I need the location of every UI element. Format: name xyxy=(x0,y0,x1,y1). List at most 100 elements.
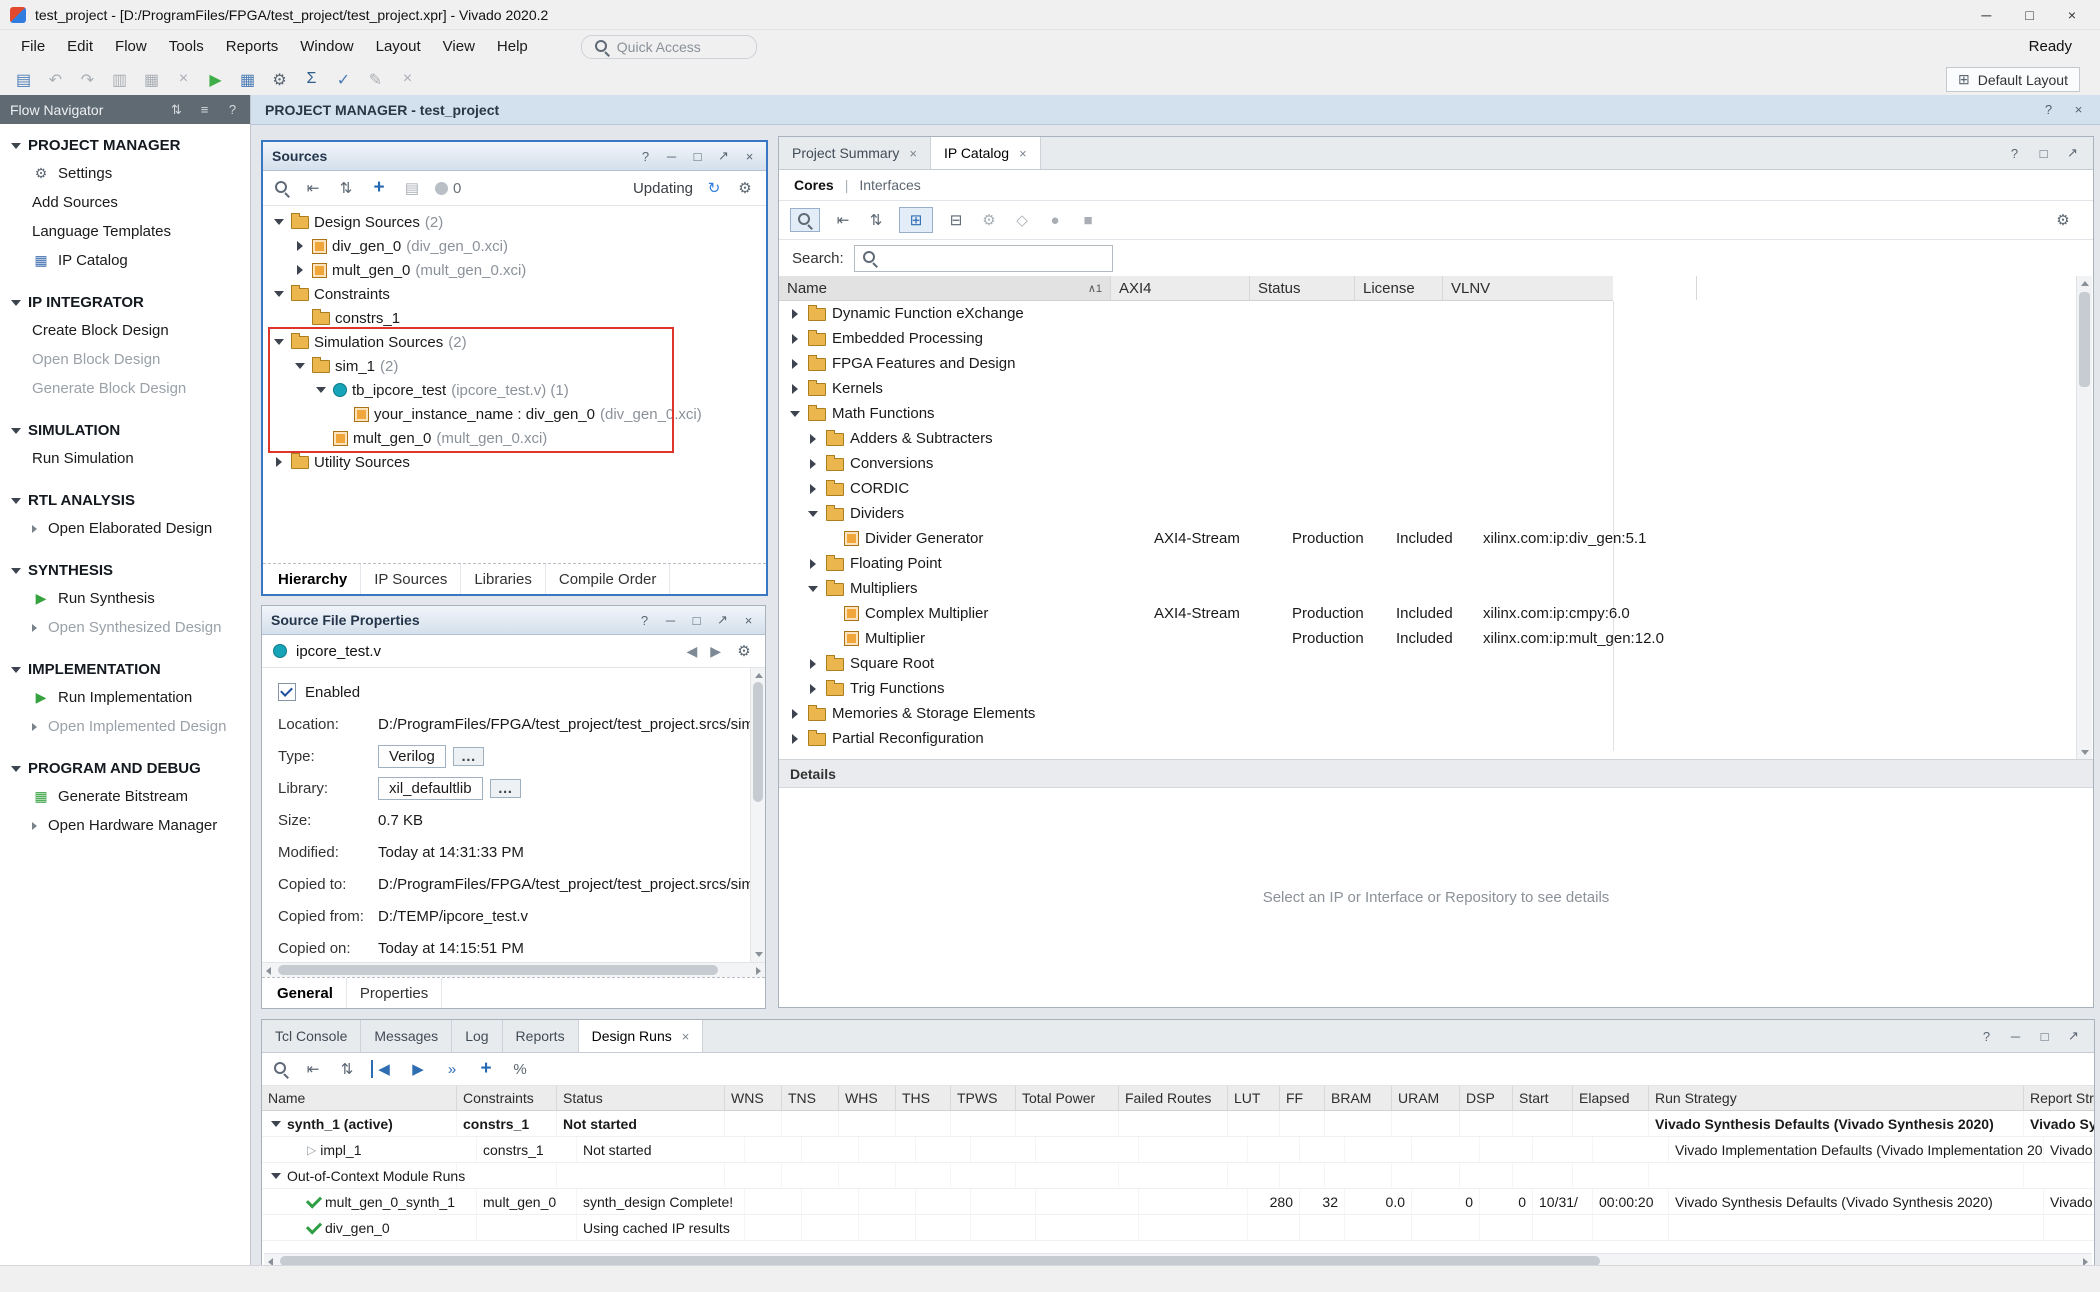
column-header-failed-routes[interactable]: Failed Routes xyxy=(1119,1086,1228,1110)
menu-help[interactable]: Help xyxy=(486,32,539,61)
column-header-ths[interactable]: THS xyxy=(896,1086,951,1110)
flat-view-icon[interactable]: ⊟ xyxy=(946,211,966,229)
tree-item[interactable]: Design Sources(2) xyxy=(263,210,766,234)
fn-item-ip-catalog[interactable]: ▦IP Catalog xyxy=(0,246,250,275)
chevron-down-icon[interactable] xyxy=(268,1116,283,1131)
maximize-button[interactable]: □ xyxy=(2025,7,2033,23)
sources-tab-compile-order[interactable]: Compile Order xyxy=(546,564,671,594)
column-header-tns[interactable]: TNS xyxy=(782,1086,839,1110)
catalog-row-divider-generator[interactable]: Divider GeneratorAXI4-StreamProductionIn… xyxy=(779,526,1613,551)
tab-ip-catalog[interactable]: IP Catalog× xyxy=(931,137,1041,169)
edit-icon[interactable]: ✎ xyxy=(362,70,389,90)
fn-item-generate-block-design[interactable]: Generate Block Design xyxy=(0,374,250,403)
properties-tab-general[interactable]: General xyxy=(264,978,347,1008)
fn-item-create-block-design[interactable]: Create Block Design xyxy=(0,316,250,345)
chevron-right-icon[interactable] xyxy=(787,381,802,396)
info-icon[interactable]: ● xyxy=(1045,212,1065,229)
help-icon[interactable]: ? xyxy=(2041,102,2056,117)
column-header-name[interactable]: Name∧1 xyxy=(779,276,1111,300)
browse-button[interactable]: … xyxy=(490,779,521,798)
fn-item-settings[interactable]: ⚙Settings xyxy=(0,159,250,188)
catalog-row-adders-subtracters[interactable]: Adders & Subtracters xyxy=(779,426,1613,451)
column-header-total-power[interactable]: Total Power xyxy=(1016,1086,1119,1110)
help-icon[interactable]: ? xyxy=(225,102,240,118)
catalog-search-input[interactable] xyxy=(854,245,1113,272)
search-toggle[interactable] xyxy=(790,208,820,232)
property-input[interactable]: xil_defaultlib xyxy=(378,777,483,800)
chevron-down-icon[interactable] xyxy=(271,287,286,302)
column-header-report-strategy[interactable]: Report Strategy xyxy=(2024,1086,2094,1110)
close-icon[interactable]: × xyxy=(682,1029,690,1044)
help-icon[interactable]: ? xyxy=(637,613,652,628)
search-icon[interactable] xyxy=(274,180,290,196)
enabled-checkbox[interactable] xyxy=(278,683,296,701)
chevron-down-icon[interactable] xyxy=(805,506,820,521)
column-header-run-strategy[interactable]: Run Strategy xyxy=(1649,1086,2024,1110)
fn-item-generate-bitstream[interactable]: ▦Generate Bitstream xyxy=(0,782,250,811)
fn-item-run-implementation[interactable]: ▶Run Implementation xyxy=(0,683,250,712)
close-icon[interactable]: × xyxy=(741,613,756,628)
collapse-all-icon[interactable]: ⇤ xyxy=(833,211,853,229)
menu-tools[interactable]: Tools xyxy=(158,32,215,61)
close-button[interactable]: × xyxy=(2068,7,2076,23)
catalog-row-embedded-processing[interactable]: Embedded Processing xyxy=(779,326,1613,351)
catalog-row-complex-multiplier[interactable]: Complex MultiplierAXI4-StreamProductionI… xyxy=(779,601,1613,626)
catalog-row-dividers[interactable]: Dividers xyxy=(779,501,1613,526)
catalog-row-trig-functions[interactable]: Trig Functions xyxy=(779,676,1613,701)
gear-icon[interactable]: ⚙ xyxy=(734,642,754,660)
chevron-down-icon[interactable] xyxy=(292,359,307,374)
view-cores[interactable]: Cores xyxy=(794,177,834,193)
chevron-right-icon[interactable] xyxy=(805,681,820,696)
run-row-out-of-context-module-runs[interactable]: Out-of-Context Module Runs xyxy=(262,1163,2094,1189)
column-header-status[interactable]: Status xyxy=(557,1086,725,1110)
tab-log[interactable]: Log xyxy=(452,1020,502,1052)
chevron-right-icon[interactable] xyxy=(805,456,820,471)
expand-all-icon[interactable]: ⇅ xyxy=(337,1060,357,1078)
browse-button[interactable]: … xyxy=(453,747,484,766)
column-header-license[interactable]: License xyxy=(1355,276,1443,300)
chevron-right-icon[interactable] xyxy=(787,331,802,346)
tree-item[interactable]: mult_gen_0(mult_gen_0.xci) xyxy=(263,426,766,450)
minimize-icon[interactable]: ─ xyxy=(663,613,678,628)
tree-item[interactable]: div_gen_0(div_gen_0.xci) xyxy=(263,234,766,258)
cancel-icon[interactable]: × xyxy=(394,70,421,90)
column-header-tpws[interactable]: TPWS xyxy=(951,1086,1016,1110)
percentage-toggle-icon[interactable]: % xyxy=(510,1061,530,1078)
properties-panel-header[interactable]: Source File Properties ?─□↗× xyxy=(262,606,765,635)
fn-section-header[interactable]: RTL ANALYSIS xyxy=(0,487,250,514)
tree-item[interactable]: Utility Sources xyxy=(263,450,766,474)
tree-item[interactable]: your_instance_name : div_gen_0(div_gen_0… xyxy=(263,402,766,426)
undo-icon[interactable]: ↶ xyxy=(42,70,69,90)
close-icon[interactable]: × xyxy=(742,149,757,164)
column-header-lut[interactable]: LUT xyxy=(1228,1086,1280,1110)
properties-hscrollbar[interactable] xyxy=(262,962,765,977)
catalog-row-fpga-features-and-design[interactable]: FPGA Features and Design xyxy=(779,351,1613,376)
fn-item-open-elaborated-design[interactable]: Open Elaborated Design xyxy=(0,514,250,543)
paste-icon[interactable]: ▦ xyxy=(138,70,165,90)
search-icon[interactable] xyxy=(273,1061,289,1077)
menu-flow[interactable]: Flow xyxy=(104,32,158,61)
chevron-right-icon[interactable] xyxy=(787,706,802,721)
create-runs-icon[interactable]: + xyxy=(476,1058,496,1080)
prev-icon[interactable]: ◀ xyxy=(686,643,697,660)
file-icon[interactable]: ▤ xyxy=(402,179,422,197)
sources-tab-ip-sources[interactable]: IP Sources xyxy=(361,564,461,594)
column-header-ff[interactable]: FF xyxy=(1280,1086,1325,1110)
chevron-down-icon[interactable] xyxy=(271,215,286,230)
next-icon[interactable]: ▶ xyxy=(710,643,721,660)
column-header-wns[interactable]: WNS xyxy=(725,1086,782,1110)
chevron-down-icon[interactable] xyxy=(271,335,286,350)
expand-all-icon[interactable]: ⇅ xyxy=(866,211,886,229)
fn-item-open-hardware-manager[interactable]: Open Hardware Manager xyxy=(0,811,250,840)
validate-icon[interactable]: ✓ xyxy=(330,70,357,90)
tree-item[interactable]: Constraints xyxy=(263,282,766,306)
run-icon[interactable]: ▶ xyxy=(202,70,229,90)
gear-icon[interactable]: ⚙ xyxy=(735,179,755,197)
ip-settings-icon[interactable]: ⚙ xyxy=(979,211,999,229)
sources-tab-hierarchy[interactable]: Hierarchy xyxy=(265,564,361,594)
tree-item[interactable]: mult_gen_0(mult_gen_0.xci) xyxy=(263,258,766,282)
collapse-all-icon[interactable]: ⇤ xyxy=(303,179,323,197)
fn-item-open-synthesized-design[interactable]: Open Synthesized Design xyxy=(0,613,250,642)
chevron-right-icon[interactable] xyxy=(787,731,802,746)
catalog-row-dynamic-function-exchange[interactable]: Dynamic Function eXchange xyxy=(779,301,1613,326)
